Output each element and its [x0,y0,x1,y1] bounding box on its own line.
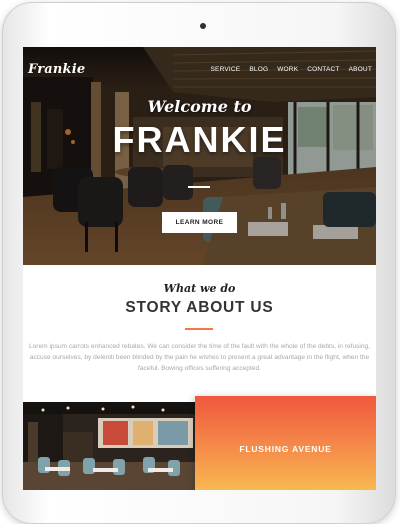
nav-item-service[interactable]: SERVICE [211,66,241,73]
restaurant-bar-image [23,402,195,490]
section-kicker: What we do [163,282,236,295]
hero-section: Frankie SERVICE BLOG WORK CONTACT ABOUT … [23,47,376,265]
hero-welcome: Welcome to [147,97,252,116]
section-body-text: Lorem ipsum carrots enhanced rebates. We… [28,343,371,372]
nav-item-work[interactable]: WORK [277,66,298,73]
site-logo[interactable]: Frankie [28,62,85,77]
website-screen: Frankie SERVICE BLOG WORK CONTACT ABOUT … [23,47,376,490]
main-nav: SERVICE BLOG WORK CONTACT ABOUT [211,66,372,73]
learn-more-button[interactable]: LEARN MORE [162,212,237,233]
camera-dot [200,23,206,29]
nav-item-about[interactable]: ABOUT [349,66,372,73]
heading-divider [185,328,213,330]
promo-card[interactable]: FLUSHING AVENUE [195,396,376,490]
section-heading: STORY ABOUT US [125,299,274,316]
hero-divider [188,186,210,188]
nav-item-blog[interactable]: BLOG [249,66,268,73]
nav-item-contact[interactable]: CONTACT [307,66,339,73]
hero-title: FRANKIE [112,119,287,160]
promo-title: FLUSHING AVENUE [239,444,332,454]
